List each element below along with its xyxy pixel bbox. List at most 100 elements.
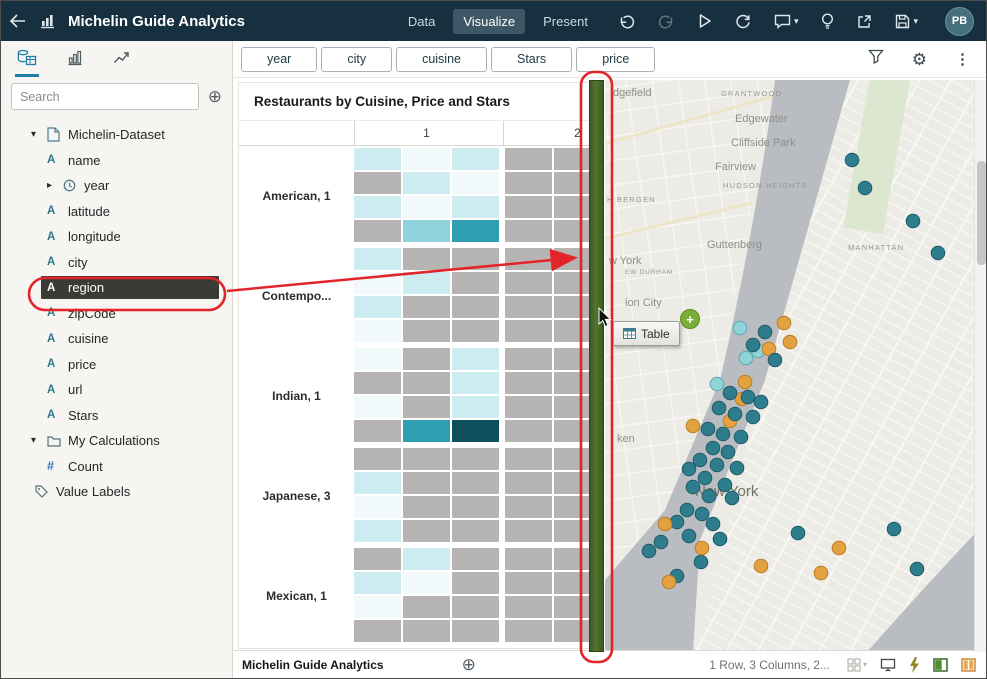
map-data-point[interactable] bbox=[709, 457, 725, 473]
heatmap-cell[interactable] bbox=[452, 320, 499, 342]
map-data-point[interactable] bbox=[717, 477, 733, 493]
single-canvas-layout-icon[interactable] bbox=[933, 657, 948, 672]
tree-caret-icon[interactable]: ▾ bbox=[31, 129, 47, 140]
save-icon[interactable]: ▾ bbox=[895, 14, 918, 29]
heatmap-cell[interactable] bbox=[554, 420, 592, 442]
tree-item-year[interactable]: ▸ year bbox=[1, 173, 232, 199]
map-data-point[interactable] bbox=[697, 470, 713, 486]
map-data-point[interactable] bbox=[712, 531, 728, 547]
heatmap-cell[interactable] bbox=[554, 620, 592, 642]
heatmap-cell[interactable] bbox=[505, 372, 552, 394]
heatmap-cell[interactable] bbox=[505, 596, 552, 618]
heatmap-cell[interactable] bbox=[554, 196, 592, 218]
filter-pill-price[interactable]: price bbox=[576, 46, 656, 72]
heatmap-cell[interactable] bbox=[403, 248, 450, 270]
heatmap-cell[interactable] bbox=[354, 472, 401, 494]
map-data-point[interactable] bbox=[740, 389, 756, 405]
vertical-scrollbar[interactable] bbox=[974, 80, 986, 652]
nav-visualize[interactable]: Visualize bbox=[453, 8, 526, 34]
heatmap-cell[interactable] bbox=[452, 148, 499, 170]
redo-icon[interactable] bbox=[658, 14, 675, 29]
heatmap-cell[interactable] bbox=[554, 148, 592, 170]
tree-item-latitude[interactable]: Alatitude bbox=[1, 199, 232, 225]
heatmap-cell[interactable] bbox=[403, 220, 450, 242]
heatmap-cell[interactable] bbox=[452, 396, 499, 418]
heatmap-cell[interactable] bbox=[505, 420, 552, 442]
heatmap-cell[interactable] bbox=[354, 148, 401, 170]
heatmap-cell[interactable] bbox=[354, 520, 401, 542]
map-data-point[interactable] bbox=[745, 337, 761, 353]
avatar[interactable]: PB bbox=[945, 6, 974, 36]
heatmap-cell[interactable] bbox=[505, 320, 552, 342]
heatmap-cell[interactable] bbox=[354, 420, 401, 442]
auto-insights-icon[interactable] bbox=[909, 656, 920, 673]
heatmap-cell[interactable] bbox=[554, 348, 592, 370]
map-data-point[interactable] bbox=[727, 406, 743, 422]
map-data-point[interactable] bbox=[732, 320, 748, 336]
map-data-point[interactable] bbox=[694, 540, 710, 556]
heatmap-cell[interactable] bbox=[554, 572, 592, 594]
search-input[interactable] bbox=[11, 83, 199, 110]
map-data-point[interactable] bbox=[694, 506, 710, 522]
heatmap-cell[interactable] bbox=[452, 448, 499, 470]
heatmap-cell[interactable] bbox=[505, 548, 552, 570]
tree-item-city[interactable]: Acity bbox=[1, 250, 232, 276]
heatmap-cell[interactable] bbox=[554, 272, 592, 294]
add-canvas-icon[interactable]: ⊕ bbox=[462, 656, 476, 673]
tab-data-elements[interactable] bbox=[15, 41, 39, 77]
map-data-point[interactable] bbox=[705, 440, 721, 456]
map-data-point[interactable] bbox=[738, 350, 754, 366]
map-data-point[interactable] bbox=[905, 213, 921, 229]
heatmap-cell[interactable] bbox=[354, 496, 401, 518]
heatmap-cell[interactable] bbox=[554, 548, 592, 570]
map-data-point[interactable] bbox=[679, 502, 695, 518]
heatmap-cell[interactable] bbox=[403, 596, 450, 618]
save-caret-icon[interactable]: ▾ bbox=[913, 16, 918, 26]
tree-item-my-calculations[interactable]: ▾ My Calculations bbox=[1, 428, 232, 454]
heatmap-cell[interactable] bbox=[354, 396, 401, 418]
heatmap-cell[interactable] bbox=[452, 196, 499, 218]
tree-item-url[interactable]: Aurl bbox=[1, 377, 232, 403]
heatmap-cell[interactable] bbox=[505, 296, 552, 318]
undo-icon[interactable] bbox=[618, 14, 635, 29]
heatmap-cell[interactable] bbox=[403, 296, 450, 318]
nav-data[interactable]: Data bbox=[398, 9, 445, 34]
heatmap-cell[interactable] bbox=[452, 496, 499, 518]
heatmap-cell[interactable] bbox=[403, 620, 450, 642]
grid-layout-caret-icon[interactable]: ▾ bbox=[863, 660, 867, 669]
heatmap-cell[interactable] bbox=[452, 648, 499, 649]
canvas-tab[interactable]: Michelin Guide Analytics bbox=[242, 658, 384, 672]
preview-icon[interactable] bbox=[698, 13, 712, 29]
nav-present[interactable]: Present bbox=[533, 9, 598, 34]
map-data-point[interactable] bbox=[767, 352, 783, 368]
heatmap-cell[interactable] bbox=[554, 448, 592, 470]
heatmap-cell[interactable] bbox=[554, 296, 592, 318]
filter-pill-city[interactable]: city bbox=[321, 46, 393, 72]
map-data-point[interactable] bbox=[776, 315, 792, 331]
heatmap-cell[interactable] bbox=[452, 272, 499, 294]
tree-item-value-labels[interactable]: Value Labels bbox=[1, 479, 232, 505]
comments-caret-icon[interactable]: ▾ bbox=[794, 16, 799, 26]
heatmap-cell[interactable] bbox=[403, 472, 450, 494]
heatmap-cell[interactable] bbox=[403, 648, 450, 649]
heatmap-cell[interactable] bbox=[354, 196, 401, 218]
insights-icon[interactable] bbox=[821, 12, 834, 30]
heatmap-cell[interactable] bbox=[452, 520, 499, 542]
map-data-point[interactable] bbox=[729, 460, 745, 476]
heatmap-cell[interactable] bbox=[403, 520, 450, 542]
map-data-point[interactable] bbox=[715, 426, 731, 442]
filter-pill-cuisine[interactable]: cuisine bbox=[396, 46, 487, 72]
heatmap-cell[interactable] bbox=[505, 196, 552, 218]
map-data-point[interactable] bbox=[782, 334, 798, 350]
heatmap-cell[interactable] bbox=[354, 372, 401, 394]
heatmap-cell[interactable] bbox=[452, 172, 499, 194]
heatmap-cell[interactable] bbox=[403, 548, 450, 570]
map-data-point[interactable] bbox=[709, 376, 725, 392]
heatmap-cell[interactable] bbox=[403, 420, 450, 442]
tree-item-longitude[interactable]: Alongitude bbox=[1, 224, 232, 250]
map-data-point[interactable] bbox=[909, 561, 925, 577]
heatmap-cell[interactable] bbox=[354, 348, 401, 370]
map-data-point[interactable] bbox=[669, 514, 685, 530]
map-data-point[interactable] bbox=[757, 324, 773, 340]
heatmap-cell[interactable] bbox=[505, 396, 552, 418]
